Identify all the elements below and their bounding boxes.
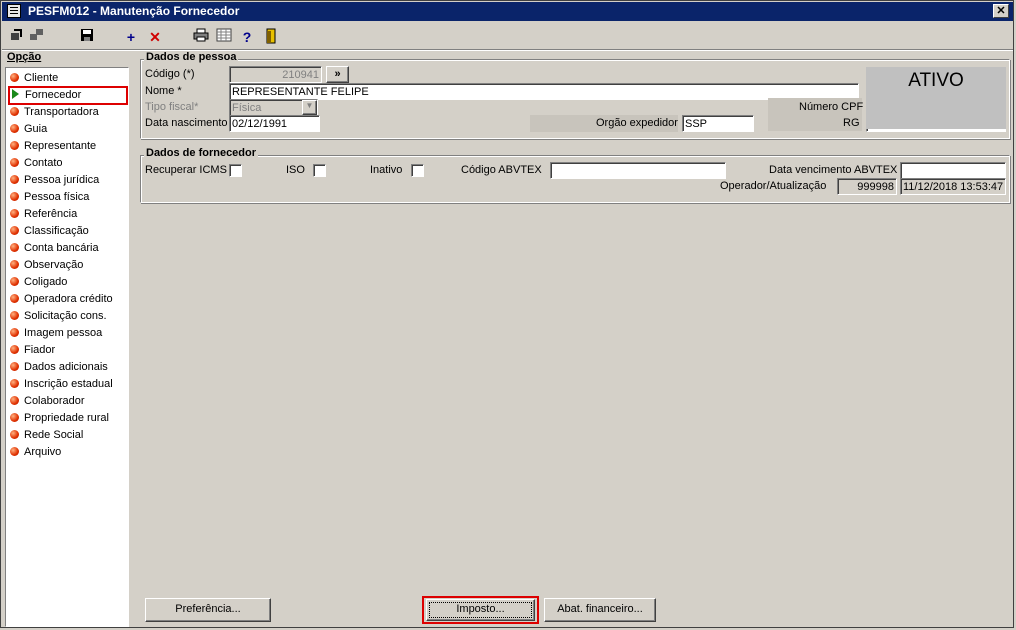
save-icon[interactable]: [78, 28, 96, 46]
tipo-fiscal-label: Tipo fiscal*: [145, 101, 199, 113]
bullet-icon: [10, 73, 19, 82]
sidebar-item-guia[interactable]: Guia: [10, 121, 47, 137]
iso-checkbox[interactable]: [313, 164, 326, 177]
window-title: PESFM012 - Manutenção Fornecedor: [28, 4, 240, 18]
codigo-label: Código (*): [145, 68, 195, 80]
bullet-icon: [10, 396, 19, 405]
add-icon[interactable]: +: [122, 28, 140, 46]
inativo-checkbox[interactable]: [411, 164, 424, 177]
delete-icon[interactable]: ✕: [146, 28, 164, 46]
play-arrow-icon: [12, 89, 19, 99]
codigo-abvtex-input[interactable]: [550, 162, 726, 179]
sidebar-item-inscricao-estadual[interactable]: Inscrição estadual: [10, 376, 113, 392]
codigo-abvtex-label: Código ABVTEX: [461, 164, 542, 176]
sidebar-list: Cliente Fornecedor Transportadora Guia R…: [5, 67, 129, 627]
bullet-icon: [10, 379, 19, 388]
close-button[interactable]: ✕: [993, 4, 1009, 18]
bullet-icon: [10, 141, 19, 150]
orgao-expedidor-input[interactable]: SSP: [682, 115, 754, 132]
atualizacao-input[interactable]: 11/12/2018 13:53:47: [900, 178, 1006, 195]
bullet-icon: [10, 413, 19, 422]
bullet-icon: [10, 362, 19, 371]
refresh-icon[interactable]: [28, 28, 46, 46]
data-nascimento-input[interactable]: 02/12/1991: [229, 115, 320, 132]
bullet-icon: [10, 328, 19, 337]
help-icon[interactable]: ?: [238, 28, 256, 46]
sidebar-item-colaborador[interactable]: Colaborador: [10, 393, 85, 409]
nome-input[interactable]: REPRESENTANTE FELIPE: [229, 83, 859, 100]
bullet-icon: [10, 226, 19, 235]
sidebar-item-fornecedor[interactable]: Fornecedor: [10, 87, 81, 103]
bullet-icon: [10, 209, 19, 218]
recuperar-icms-checkbox[interactable]: [229, 164, 242, 177]
imposto-button[interactable]: Imposto...: [426, 599, 535, 621]
grid-icon[interactable]: [215, 28, 233, 46]
bullet-icon: [10, 192, 19, 201]
sidebar-item-referencia[interactable]: Referência: [10, 206, 77, 222]
bullet-icon: [10, 345, 19, 354]
print-icon[interactable]: [192, 28, 210, 46]
bullet-icon: [10, 447, 19, 456]
sidebar-item-arquivo[interactable]: Arquivo: [10, 444, 61, 460]
bullet-icon: [10, 311, 19, 320]
sidebar-item-observacao[interactable]: Observação: [10, 257, 83, 273]
sidebar-item-operadora-credito[interactable]: Operadora crédito: [10, 291, 113, 307]
bullet-icon: [10, 175, 19, 184]
fornecedor-legend: Dados de fornecedor: [144, 147, 259, 159]
operador-input[interactable]: 999998: [837, 178, 897, 195]
codigo-input[interactable]: 210941: [229, 66, 322, 83]
data-nascimento-label: Data nascimento: [145, 117, 228, 129]
bullet-icon: [10, 243, 19, 252]
title-bar: PESFM012 - Manutenção Fornecedor ✕: [2, 2, 1013, 21]
sidebar-item-pessoa-juridica[interactable]: Pessoa jurídica: [10, 172, 99, 188]
sidebar-item-imagem-pessoa[interactable]: Imagem pessoa: [10, 325, 102, 341]
preferencia-button[interactable]: Preferência...: [145, 598, 271, 622]
bullet-icon: [10, 158, 19, 167]
sidebar-item-fiador[interactable]: Fiador: [10, 342, 55, 358]
nome-label: Nome *: [145, 85, 182, 97]
rg-label: RG: [843, 117, 860, 129]
abat-financeiro-button[interactable]: Abat. financeiro...: [544, 598, 656, 622]
iso-label: ISO: [286, 164, 305, 176]
bullet-icon: [10, 277, 19, 286]
data-vencimento-abvtex-label: Data vencimento ABVTEX: [769, 164, 898, 176]
sidebar-item-cliente[interactable]: Cliente: [10, 70, 58, 86]
sidebar-item-coligado[interactable]: Coligado: [10, 274, 67, 290]
bullet-icon: [10, 430, 19, 439]
bullet-icon: [10, 294, 19, 303]
inativo-label: Inativo: [370, 164, 403, 176]
pessoa-legend: Dados de pessoa: [144, 51, 239, 63]
back-icon[interactable]: [8, 28, 26, 46]
cpf-label: Número CPF: [799, 101, 864, 113]
sidebar-item-rede-social[interactable]: Rede Social: [10, 427, 83, 443]
codigo-lookup-button[interactable]: »: [326, 66, 349, 83]
operador-atualizacao-label: Operador/Atualização: [720, 180, 827, 192]
sidebar-title: Opção: [7, 51, 42, 63]
sidebar-item-transportadora[interactable]: Transportadora: [10, 104, 99, 120]
recuperar-icms-label: Recuperar ICMS: [145, 164, 227, 176]
status-badge: ATIVO: [866, 67, 1006, 129]
orgao-expedidor-label: Orgão expedidor: [596, 117, 678, 129]
bullet-icon: [10, 260, 19, 269]
sidebar-item-representante[interactable]: Representante: [10, 138, 96, 154]
sidebar-item-contato[interactable]: Contato: [10, 155, 63, 171]
sidebar-item-dados-adicionais[interactable]: Dados adicionais: [10, 359, 108, 375]
sidebar-item-solicitacao-cons[interactable]: Solicitação cons.: [10, 308, 107, 324]
app-icon: [7, 4, 21, 18]
sidebar-item-conta-bancaria[interactable]: Conta bancária: [10, 240, 99, 256]
bullet-icon: [10, 124, 19, 133]
toolbar: + ✕ ?: [2, 24, 1013, 48]
sidebar-item-classificacao[interactable]: Classificação: [10, 223, 89, 239]
tipo-fiscal-value: Física: [232, 102, 262, 114]
sidebar-item-propriedade-rural[interactable]: Propriedade rural: [10, 410, 109, 426]
sidebar-item-pessoa-fisica[interactable]: Pessoa física: [10, 189, 89, 205]
exit-icon[interactable]: [262, 28, 280, 46]
chevron-down-icon[interactable]: ▼: [302, 100, 317, 115]
data-vencimento-abvtex-input[interactable]: [900, 162, 1006, 179]
bullet-icon: [10, 107, 19, 116]
